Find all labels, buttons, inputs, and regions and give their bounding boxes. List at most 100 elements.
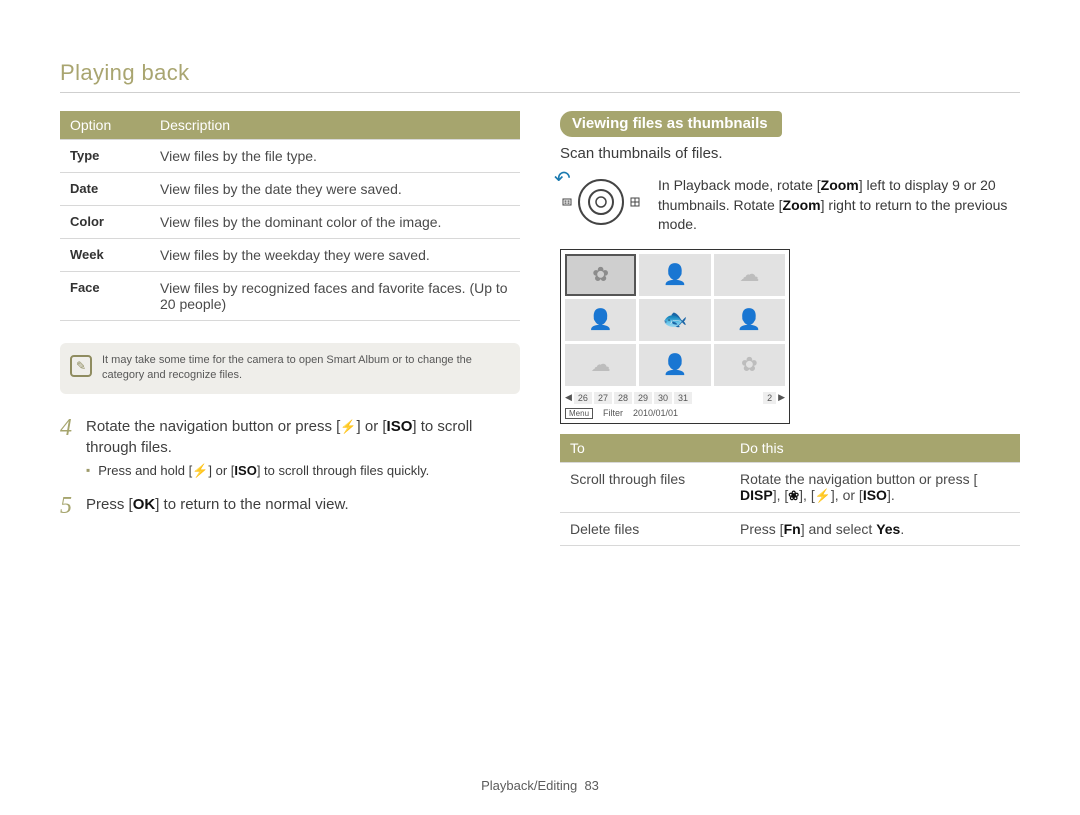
note-box: ✎ It may take some time for the camera t… — [60, 343, 520, 394]
flash-icon: ⚡ — [815, 488, 831, 504]
section-sub: Scan thumbnails of files. — [560, 145, 1020, 162]
step-sub: ▪ Press and hold [⚡] or [ISO] to scroll … — [86, 462, 520, 480]
disp-key: DISP — [740, 487, 773, 503]
action-table: To Do this Scroll through files Rotate t… — [560, 434, 1020, 546]
filmstrip-cell: 26 — [574, 392, 592, 404]
filmstrip-cell: 28 — [614, 392, 632, 404]
option-th-description: Description — [150, 111, 520, 140]
zoom-key: Zoom — [783, 197, 821, 213]
thumbnail: ☁ — [714, 254, 785, 296]
page-footer: Playback/Editing 83 — [0, 778, 1080, 793]
dial-instruction: ↶ — [560, 176, 1020, 235]
step-number: 5 — [60, 494, 76, 518]
desc-cell: View files by the weekday they were save… — [150, 239, 520, 272]
table-row: Week View files by the weekday they were… — [60, 239, 520, 272]
iso-key: ISO — [387, 416, 413, 437]
filmstrip-cell: 29 — [634, 392, 652, 404]
note-text: It may take some time for the camera to … — [102, 354, 472, 381]
thumbnail: 👤 — [639, 344, 710, 386]
filmstrip-cell: 31 — [674, 392, 692, 404]
iso-key: ISO — [234, 462, 256, 480]
left-column: Option Description Type View files by th… — [60, 111, 520, 546]
page-section-title: Playing back — [60, 60, 1020, 86]
option-cell: Date — [60, 173, 150, 206]
filmstrip: ◀ 26 27 28 29 30 31 2 ▶ — [565, 392, 785, 404]
section-pill: Viewing files as thumbnails — [560, 111, 782, 137]
flash-icon: ⚡ — [192, 462, 208, 480]
do-text: ], [ — [773, 487, 789, 503]
table-row: Scroll through files Rotate the navigati… — [560, 462, 1020, 512]
step-text: ] to return to the normal view. — [155, 496, 348, 513]
action-th-do: Do this — [730, 434, 1020, 463]
fn-key: Fn — [784, 521, 801, 537]
filmstrip-cell: 2 — [763, 392, 776, 404]
filter-label: Filter — [603, 408, 623, 418]
filmstrip-cell: 27 — [594, 392, 612, 404]
filmstrip-cell: 30 — [654, 392, 672, 404]
chevron-right-icon: ▶ — [778, 392, 785, 403]
action-th-to: To — [560, 434, 730, 463]
do-text: ], or [ — [831, 487, 863, 503]
thumbnail-selected: ✿ — [565, 254, 636, 296]
to-cell: Delete files — [560, 512, 730, 545]
do-text: ]. — [887, 487, 895, 503]
preview-date: 2010/01/01 — [633, 408, 678, 418]
dial-text: In Playback mode, rotate [ — [658, 177, 821, 193]
option-table: Option Description Type View files by th… — [60, 111, 520, 321]
yes-label: Yes — [876, 521, 900, 537]
menu-chip: Menu — [565, 408, 593, 419]
do-text: ] and select — [801, 521, 877, 537]
step-text: Press [ — [86, 496, 133, 513]
do-cell: Press [Fn] and select Yes. — [730, 512, 1020, 545]
right-column: Viewing files as thumbnails Scan thumbna… — [560, 111, 1020, 546]
option-cell: Face — [60, 272, 150, 321]
table-row: Delete files Press [Fn] and select Yes. — [560, 512, 1020, 545]
thumbnail: 👤 — [565, 299, 636, 341]
footer-page: 83 — [584, 778, 598, 793]
macro-icon: ❀ — [788, 488, 799, 504]
do-cell: Rotate the navigation button or press [D… — [730, 462, 1020, 512]
ok-key: OK — [133, 494, 156, 515]
do-text: . — [900, 521, 904, 537]
substep-text: ] to scroll through files quickly. — [257, 463, 429, 478]
table-row: Face View files by recognized faces and … — [60, 272, 520, 321]
zoom-key: Zoom — [821, 177, 859, 193]
preview-footer: Menu Filter 2010/01/01 — [565, 408, 785, 419]
substep-text: ] or [ — [208, 463, 234, 478]
flash-icon: ⚡ — [340, 418, 356, 436]
iso-key: ISO — [863, 487, 887, 503]
note-icon: ✎ — [70, 355, 92, 377]
table-row: Color View files by the dominant color o… — [60, 206, 520, 239]
substep-text: Press and hold [ — [98, 463, 192, 478]
desc-cell: View files by the date they were saved. — [150, 173, 520, 206]
do-text: Press [ — [740, 521, 784, 537]
footer-section: Playback/Editing — [481, 778, 577, 793]
step-4: 4 Rotate the navigation button or press … — [60, 416, 520, 480]
thumbnail: 👤 — [714, 299, 785, 341]
bullet-icon: ▪ — [86, 462, 90, 480]
rotate-arrow-icon: ↶ — [554, 166, 571, 191]
step-text: ] or [ — [357, 418, 387, 435]
desc-cell: View files by recognized faces and favor… — [150, 272, 520, 321]
zoom-dial-icon — [560, 176, 642, 228]
thumbnail-preview: ✿ 👤 ☁ 👤 🐟 👤 ☁ 👤 ✿ ◀ 26 27 28 29 30 — [560, 249, 790, 424]
option-th-option: Option — [60, 111, 150, 140]
do-text: ], [ — [799, 487, 815, 503]
step-number: 4 — [60, 416, 76, 440]
desc-cell: View files by the file type. — [150, 140, 520, 173]
step-5: 5 Press [OK] to return to the normal vie… — [60, 494, 520, 518]
table-row: Date View files by the date they were sa… — [60, 173, 520, 206]
thumbnail: 👤 — [639, 254, 710, 296]
title-rule — [60, 92, 1020, 93]
thumbnail: ✿ — [714, 344, 785, 386]
thumbnail: ☁ — [565, 344, 636, 386]
do-text: Rotate the navigation button or press [ — [740, 471, 977, 487]
table-row: Type View files by the file type. — [60, 140, 520, 173]
chevron-left-icon: ◀ — [565, 392, 572, 403]
thumbnail: 🐟 — [639, 299, 710, 341]
option-cell: Type — [60, 140, 150, 173]
option-cell: Color — [60, 206, 150, 239]
option-cell: Week — [60, 239, 150, 272]
step-text: Rotate the navigation button or press [ — [86, 418, 340, 435]
desc-cell: View files by the dominant color of the … — [150, 206, 520, 239]
